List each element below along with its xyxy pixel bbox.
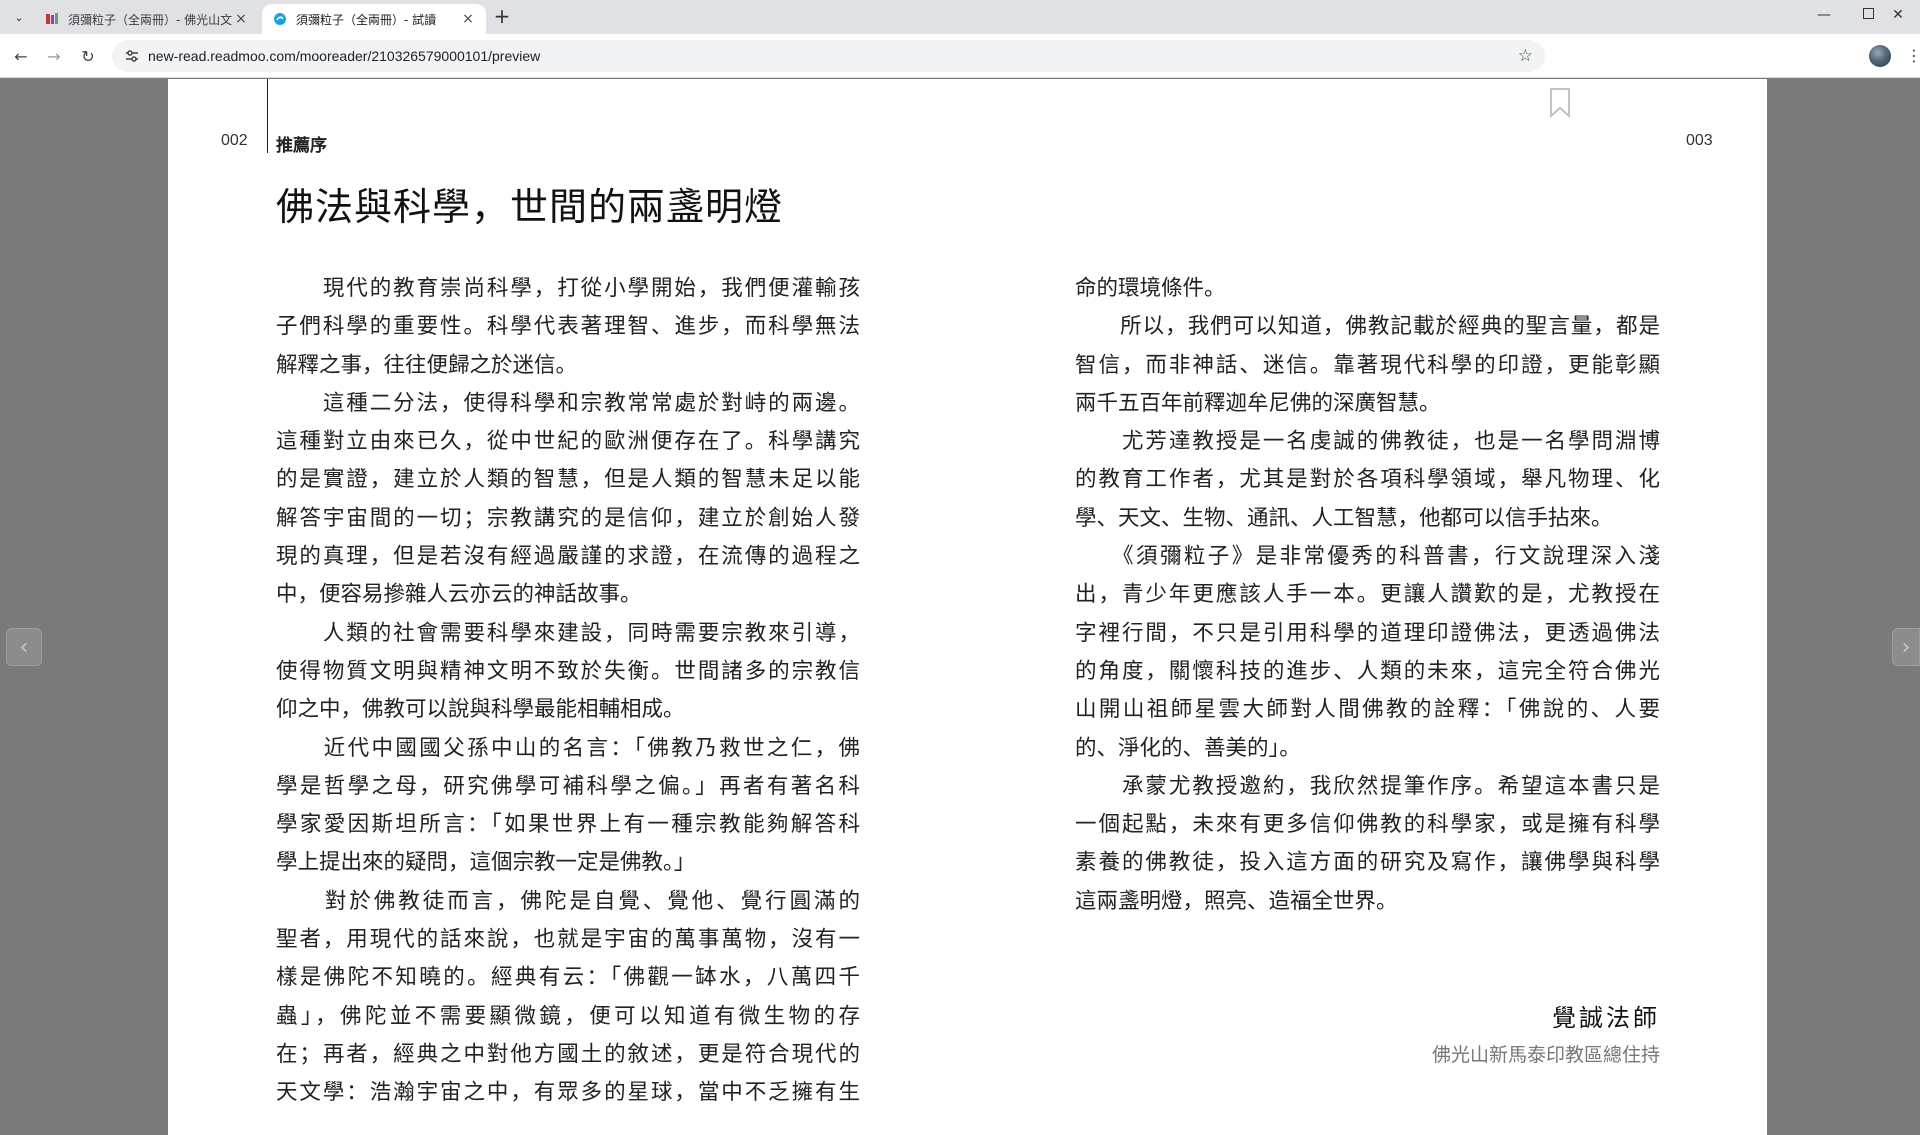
url-text[interactable]: new-read.readmoo.com/mooreader/210326579…: [148, 48, 540, 64]
back-button[interactable]: ←: [8, 43, 34, 69]
text-line: 解答宇宙間的一切；宗教講究的是信仰，建立於創始人發: [276, 505, 860, 531]
arrow-right-icon: →: [47, 46, 61, 66]
chevron-right-icon: ›: [1901, 634, 1911, 660]
text-line: 現的真理，但是若沒有經過嚴謹的求證，在流傳的過程之: [276, 544, 860, 570]
text-line: 子們科學的重要性。科學代表著理智、進步，而科學無法: [276, 314, 860, 340]
readmoo-favicon-icon: [272, 11, 288, 27]
text-line: 中，便容易摻雜人云亦云的神話故事。: [276, 582, 642, 608]
text-line: 素養的佛教徒，投入這方面的研究及寫作，讓佛學與科學: [1075, 850, 1660, 876]
text-line: 學上提出來的疑問，這個宗教一定是佛教。」: [276, 850, 696, 876]
text-line: 字裡行間，不只是引用科學的道理印證佛法，更透過佛法: [1075, 620, 1660, 646]
minimize-icon: —: [1817, 7, 1831, 23]
text-line: 人類的社會需要科學來建設，同時需要宗教來引導，: [276, 620, 860, 646]
minimize-button[interactable]: —: [1802, 0, 1846, 30]
text-line: 智信，而非神話、迷信。靠著現代科學的印證，更能彰顯: [1075, 352, 1660, 378]
text-line: 的教育工作者，尤其是對於各項科學領域，舉凡物理、化: [1075, 467, 1660, 493]
bookmark-star-icon[interactable]: ☆: [1518, 46, 1533, 66]
text-line: 這兩盞明燈，照亮、造福全世界。: [1075, 888, 1398, 914]
section-label: 推薦序: [276, 136, 327, 156]
new-tab-button[interactable]: +: [490, 5, 514, 29]
close-icon[interactable]: ×: [460, 11, 476, 27]
next-page-button[interactable]: ›: [1892, 628, 1920, 666]
profile-avatar[interactable]: [1869, 45, 1891, 67]
book-favicon-icon: [44, 11, 60, 27]
text-line: 出，青少年更應該人手一本。更讓人讚歎的是，尤教授在: [1075, 582, 1660, 608]
tab-search-button[interactable]: ⌄: [8, 6, 30, 28]
text-line: 尤芳達教授是一名虔誠的佛教徒，也是一名學問淵博: [1075, 429, 1660, 455]
address-bar[interactable]: new-read.readmoo.com/mooreader/210326579…: [112, 40, 1545, 72]
text-line: 的角度，關懷科技的進步、人類的未來，這完全符合佛光: [1075, 658, 1660, 684]
header-rule: [267, 79, 268, 153]
text-line: 的、淨化的、善美的」。: [1075, 735, 1301, 761]
close-icon: ✕: [1892, 7, 1904, 23]
text-line: 山開山祖師星雲大師對人間佛教的詮釋：「佛說的、人要: [1075, 697, 1660, 723]
arrow-left-icon: ←: [14, 46, 28, 66]
text-line: 命的環境條件。: [1075, 276, 1226, 301]
forward-button[interactable]: →: [41, 43, 67, 69]
plus-icon: +: [493, 4, 511, 28]
chevron-down-icon: ⌄: [14, 10, 24, 24]
bookmark-icon[interactable]: [1549, 88, 1571, 119]
close-icon[interactable]: ×: [233, 11, 249, 27]
browser-toolbar: ← → ↻ new-read.readmoo.com/mooreader/210…: [0, 34, 1920, 78]
site-settings-icon[interactable]: [120, 44, 144, 68]
text-line: 《須彌粒子》是非常優秀的科普書，行文說理深入淺: [1075, 544, 1660, 570]
text-line: 學家愛因斯坦所言：「如果世界上有一種宗教能夠解答科: [276, 812, 860, 838]
text-line: 使得物質文明與精神文明不致於失衡。世間諸多的宗教信: [276, 658, 860, 684]
left-page-number: 002: [221, 132, 248, 149]
left-column-text: 現代的教育崇尚科學，打從小學開始，我們便灌輸孩 子們科學的重要性。科學代表著理智、…: [276, 270, 860, 1113]
text-line: 解釋之事，往往便歸之於迷信。: [276, 352, 578, 378]
tab-title: 須彌粒子（全兩冊）- 試讀: [296, 12, 437, 27]
text-line: 學是哲學之母，研究佛學可補科學之偏。」再者有著名科: [276, 773, 860, 799]
tab-inactive[interactable]: 須彌粒子（全兩冊）- 佛光山文 ×: [34, 4, 259, 34]
tab-title: 須彌粒子（全兩冊）- 佛光山文: [68, 12, 233, 27]
right-column-text: 命的環境條件。 所以，我們可以知道，佛教記載於經典的聖言量，都是 智信，而非神話、…: [1075, 270, 1660, 921]
previous-page-button[interactable]: ‹: [6, 628, 42, 666]
text-line: 學、天文、生物、通訊、人工智慧，他都可以信手拈來。: [1075, 505, 1613, 531]
signature-title: 佛光山新馬泰印教區總住持: [1431, 1044, 1660, 1066]
chevron-left-icon: ‹: [19, 634, 29, 660]
right-page-number: 003: [1686, 132, 1713, 149]
tab-active[interactable]: 須彌粒子（全兩冊）- 試讀 ×: [262, 4, 486, 34]
text-line: 的是實證，建立於人類的智慧，但是人類的智慧未足以能: [276, 467, 860, 493]
text-line: 所以，我們可以知道，佛教記載於經典的聖言量，都是: [1075, 314, 1660, 340]
text-line: 這種對立由來已久，從中世紀的歐洲便存在了。科學講究: [276, 429, 860, 455]
text-line: 對於佛教徒而言，佛陀是自覺、覺他、覺行圓滿的: [276, 888, 860, 914]
text-line: 天文學：浩瀚宇宙之中，有眾多的星球，當中不乏擁有生: [276, 1080, 860, 1106]
text-line: 承蒙尤教授邀約，我欣然提筆作序。希望這本書只是: [1075, 773, 1660, 799]
signature-name: 覺誠法師: [1552, 1004, 1660, 1032]
maximize-icon: [1862, 7, 1874, 23]
chapter-title: 佛法與科學，世間的兩盞明燈: [276, 185, 784, 229]
tab-strip: ⌄ 須彌粒子（全兩冊）- 佛光山文 × 須彌粒子（全兩冊）- 試讀 × + — …: [0, 0, 1920, 34]
close-window-button[interactable]: ✕: [1876, 0, 1920, 30]
text-line: 現代的教育崇尚科學，打從小學開始，我們便灌輸孩: [276, 276, 860, 301]
reload-button[interactable]: ↻: [75, 43, 101, 69]
text-line: 仰之中，佛教可以說與科學最能相輔相成。: [276, 697, 685, 723]
text-line: 近代中國國父孫中山的名言：「佛教乃救世之仁，佛: [276, 735, 860, 761]
text-line: 兩千五百年前釋迦牟尼佛的深廣智慧。: [1075, 390, 1441, 416]
menu-kebab-icon[interactable]: ⋮: [1906, 47, 1920, 67]
text-line: 這種二分法，使得科學和宗教常常處於對峙的兩邊。: [276, 390, 860, 416]
text-line: 聖者，用現代的話來說，也就是宇宙的萬事萬物，沒有一: [276, 927, 860, 953]
text-line: 一個起點，未來有更多信仰佛教的科學家，或是擁有科學: [1075, 812, 1660, 838]
text-line: 樣是佛陀不知曉的。經典有云：「佛觀一缽水，八萬四千: [276, 965, 860, 991]
reload-icon: ↻: [81, 46, 95, 66]
